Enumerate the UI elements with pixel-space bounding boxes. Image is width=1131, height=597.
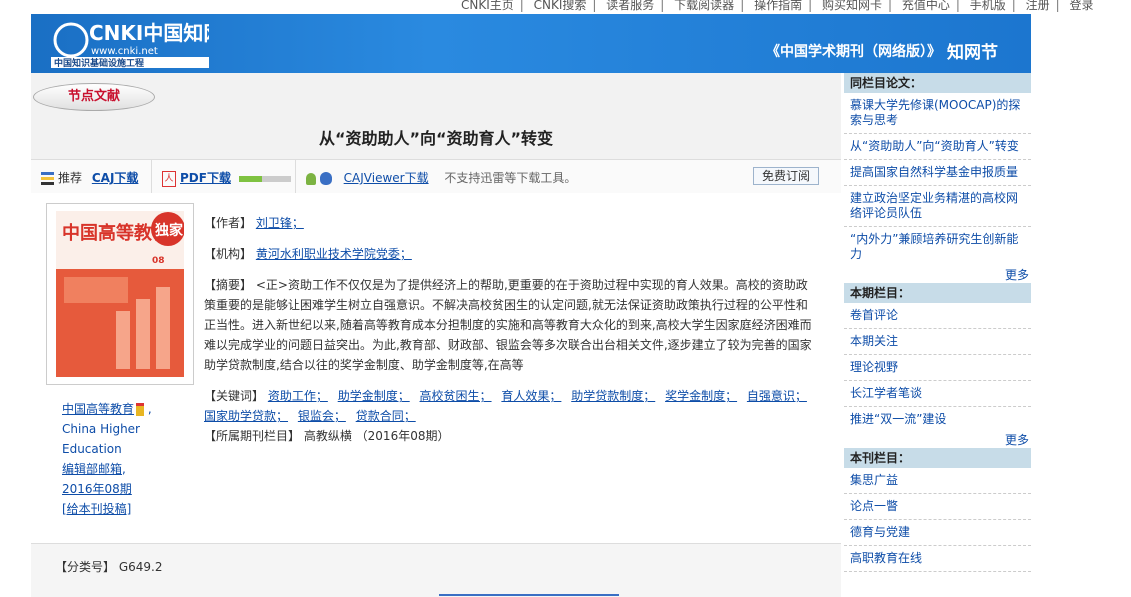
cover-badge: 独家 — [155, 222, 184, 239]
medal-icon — [136, 403, 145, 416]
journal-name-en: China Higher Education — [62, 422, 140, 456]
this-issue-heading: 本期栏目： — [844, 283, 1031, 303]
keyword-link[interactable]: 国家助学贷款； — [204, 409, 288, 423]
pdf-download-link[interactable]: PDF下载 — [180, 171, 231, 185]
cajviewer-download-link[interactable]: CAJViewer下载 — [344, 171, 429, 185]
apple-icon — [319, 172, 332, 185]
cover-issue: 08 — [152, 256, 165, 266]
journal-issue-link[interactable]: 2016年08期 — [62, 482, 132, 496]
abstract-label: 【摘要】 — [204, 278, 253, 292]
keyword-link[interactable]: 贷款合同； — [356, 409, 416, 423]
download-toolbar: 推荐 CAJ下载 人 PDF下载 CAJViewer下载 不支持迅雷等下载工具。 … — [31, 159, 841, 194]
submit-to-journal-link[interactable]: [给本刊投稿] — [62, 502, 131, 516]
nav-cnki-home[interactable]: CNKI主页 — [455, 0, 520, 12]
this-issue-more-link[interactable]: 更多 — [844, 432, 1031, 448]
journal-columns-heading: 本刊栏目： — [844, 448, 1031, 468]
issue-column-item[interactable]: 本期关注 — [844, 329, 1031, 355]
header-slogan: 《中国学术期刊（网络版）》 — [766, 44, 941, 60]
book-icon — [41, 171, 54, 186]
same-column-heading: 同栏目论文： — [844, 73, 1031, 93]
nav-cnki-search[interactable]: CNKI搜索 — [528, 0, 593, 12]
nav-buy-card[interactable]: 购买知网卡 — [816, 0, 888, 12]
issue-column-item[interactable]: 长江学者笔谈 — [844, 381, 1031, 407]
column-row: 【所属期刊栏目】 高教纵横 （2016年08期） — [204, 426, 816, 446]
classification-value: G649.2 — [118, 560, 163, 574]
keyword-link[interactable]: 资助工作； — [268, 389, 328, 403]
journal-column-item[interactable]: 德育与党建 — [844, 520, 1031, 546]
recommend-area: 推荐 CAJ下载 — [41, 169, 138, 186]
zhiwangjie-logo: 知网节 — [947, 42, 998, 63]
site-header: CNKI中国知网 www.cnki.net 中国知识基础设施工程 《中国学术期刊… — [31, 14, 1031, 73]
node-literature-tab: 节点文献 — [33, 83, 155, 111]
recommend-label[interactable]: 推荐 — [58, 171, 82, 185]
journal-column-item[interactable]: 高职教育在线 — [844, 546, 1031, 572]
keyword-link[interactable]: 高校贫困生； — [420, 389, 492, 403]
abstract-row: 【摘要】 <正>资助工作不仅仅是为了提供经济上的帮助,更重要的在于资助过程中实现… — [204, 275, 816, 375]
download-notice: 不支持迅雷等下载工具。 — [444, 171, 577, 185]
journal-cover-frame[interactable]: 中国高等教育 独家 08 — [46, 203, 194, 385]
keyword-link[interactable]: 奖学金制度； — [665, 389, 737, 403]
keyword-link[interactable]: 助学金制度； — [338, 389, 410, 403]
nav-register[interactable]: 注册 — [1020, 0, 1056, 12]
journal-name-link[interactable]: 中国高等教育 — [62, 402, 134, 416]
keywords-row: 【关键词】 资助工作； 助学金制度； 高校贫困生； 育人效果； 助学贷款制度； … — [204, 386, 816, 426]
article-fields: 【作者】 刘卫锋； 【机构】 黄河水利职业技术学院党委； 【摘要】 <正>资助工… — [204, 213, 816, 457]
nav-login[interactable]: 登录 — [1064, 0, 1100, 12]
same-column-article[interactable]: 建立政治坚定业务精湛的高校网络评论员队伍 — [844, 186, 1031, 227]
caj-download-link[interactable]: CAJ下载 — [92, 171, 139, 185]
org-label: 【机构】 — [204, 247, 253, 261]
pdf-icon: 人 — [162, 170, 176, 187]
same-column-article[interactable]: “内外力”兼顾培养研究生创新能力 — [844, 227, 1031, 267]
nav-mobile[interactable]: 手机版 — [964, 0, 1012, 12]
journal-column-item[interactable]: 集思广益 — [844, 468, 1031, 494]
zhiwangjie-logo-text: 知网节 — [947, 42, 998, 63]
cnki-logo[interactable]: CNKI中国知网 www.cnki.net 中国知识基础设施工程 — [51, 16, 209, 68]
issue-column-item[interactable]: 理论视野 — [844, 355, 1031, 381]
same-column-article[interactable]: 慕课大学先修课(MOOCAP)的探索与思考 — [844, 93, 1031, 134]
pdf-area: 人 PDF下载 — [162, 169, 291, 187]
abstract-text: <正>资助工作不仅仅是为了提供经济上的帮助,更重要的在于资助过程中实现的育人效果… — [204, 278, 812, 372]
logo-url: www.cnki.net — [91, 46, 158, 57]
editor-email-link[interactable]: 编辑部邮箱 — [62, 462, 122, 476]
keyword-link[interactable]: 银监会； — [298, 409, 346, 423]
author-label: 【作者】 — [204, 216, 253, 230]
article-panel: 节点文献 从“资助助人”向“资助育人”转变 推荐 CAJ下载 人 PDF下载 CA… — [31, 73, 841, 597]
article-title: 从“资助助人”向“资助育人”转变 — [318, 129, 554, 148]
cajviewer-area: CAJViewer下载 不支持迅雷等下载工具。 — [306, 169, 576, 186]
same-column-article[interactable]: 从“资助助人”向“资助育人”转变 — [844, 134, 1031, 160]
author-link[interactable]: 刘卫锋； — [256, 216, 304, 230]
org-row: 【机构】 黄河水利职业技术学院党委； — [204, 244, 816, 264]
pdf-progress-fill — [238, 175, 263, 182]
classification-number: 【分类号】 G649.2 — [55, 558, 163, 575]
journal-info: 中国高等教育 , China Higher Education 编辑部邮箱, 2… — [62, 399, 172, 519]
logo-subtitle: 中国知识基础设施工程 — [54, 57, 144, 68]
column-value: 高教纵横 （2016年08期） — [303, 429, 450, 443]
column-label: 【所属期刊栏目】 — [204, 429, 301, 443]
logo-text: CNKI中国知网 — [89, 21, 209, 45]
pdf-download-progress — [238, 175, 291, 182]
nav-download-reader[interactable]: 下载阅读器 — [668, 0, 740, 12]
nav-guide[interactable]: 操作指南 — [748, 0, 808, 12]
android-icon — [306, 172, 316, 185]
keywords-label: 【关键词】 — [204, 389, 265, 403]
issue-column-item[interactable]: 推进“双一流”建设 — [844, 407, 1031, 432]
org-link[interactable]: 黄河水利职业技术学院党委； — [256, 247, 412, 261]
keyword-link[interactable]: 育人效果； — [501, 389, 561, 403]
issue-column-item[interactable]: 卷首评论 — [844, 303, 1031, 329]
keyword-link[interactable]: 助学贷款制度； — [571, 389, 655, 403]
nav-recharge[interactable]: 充值中心 — [896, 0, 956, 12]
same-column-article[interactable]: 提高国家自然科学基金申报质量 — [844, 160, 1031, 186]
article-details: 中国高等教育 独家 08 中国高等教育 , China Higher Educa… — [31, 193, 841, 543]
nav-reader-service[interactable]: 读者服务 — [600, 0, 660, 12]
author-row: 【作者】 刘卫锋； — [204, 213, 816, 233]
classification-label: 【分类号】 — [55, 560, 116, 574]
same-column-more-link[interactable]: 更多 — [844, 267, 1031, 283]
journal-column-item[interactable]: 论点一瞥 — [844, 494, 1031, 520]
journal-cover-image: 中国高等教育 独家 08 — [56, 211, 184, 377]
top-nav: CNKI主页 | CNKI搜索 | 读者服务 | 下载阅读器 | 操作指南 | 购买知网卡… — [455, 0, 1100, 12]
keyword-link[interactable]: 自强意识； — [747, 389, 807, 403]
right-sidebar: 同栏目论文： 慕课大学先修课(MOOCAP)的探索与思考 从“资助助人”向“资助… — [844, 73, 1031, 596]
classification-bar: 【分类号】 G649.2 — [31, 543, 841, 597]
free-subscribe-button[interactable]: 免费订阅 — [752, 167, 819, 185]
